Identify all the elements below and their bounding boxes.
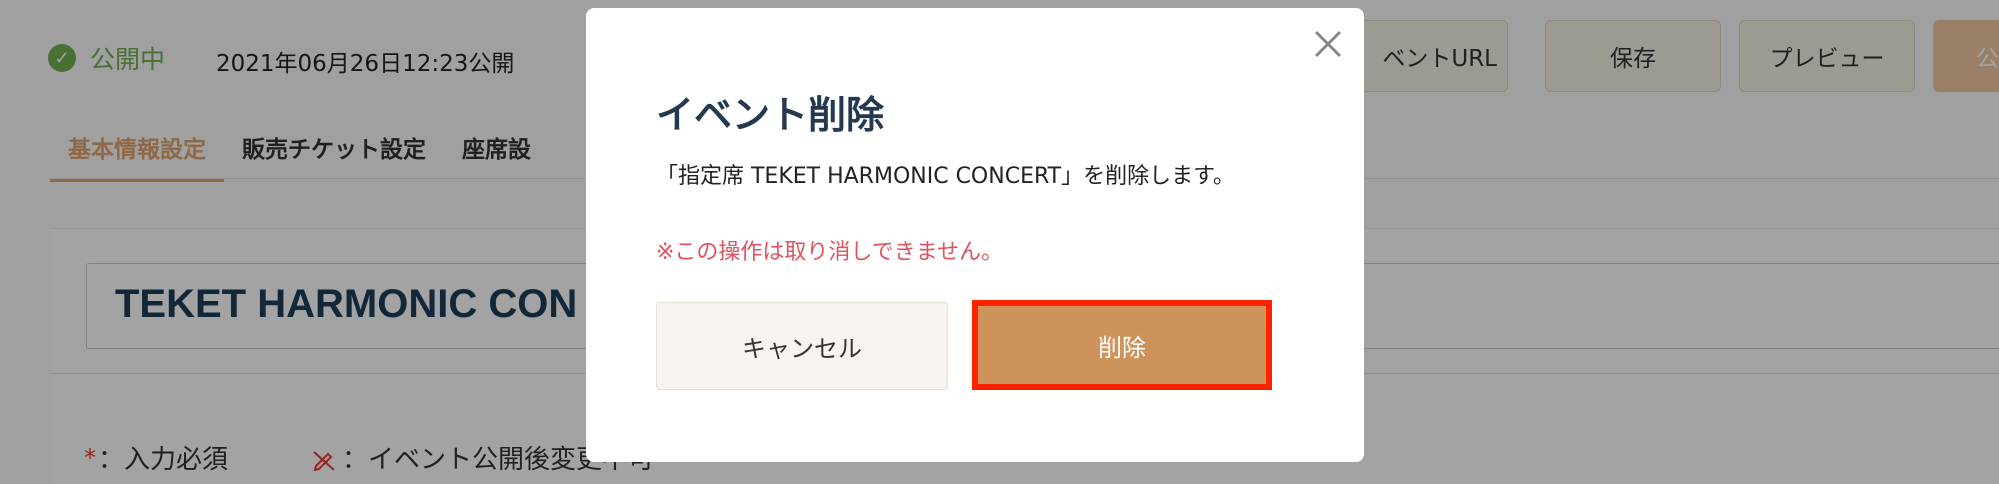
dialog-message: 「指定席 TEKET HARMONIC CONCERT」を削除します。 bbox=[656, 164, 1235, 189]
dialog-title: イベント削除 bbox=[656, 93, 885, 137]
dialog-warning: ※この操作は取り消しできません。 bbox=[656, 240, 1004, 265]
delete-event-dialog: イベント削除 「指定席 TEKET HARMONIC CONCERT」を削除しま… bbox=[586, 8, 1364, 462]
delete-button[interactable]: 削除 bbox=[972, 300, 1272, 390]
close-icon[interactable] bbox=[1310, 26, 1346, 62]
cancel-button[interactable]: キャンセル bbox=[656, 302, 948, 390]
